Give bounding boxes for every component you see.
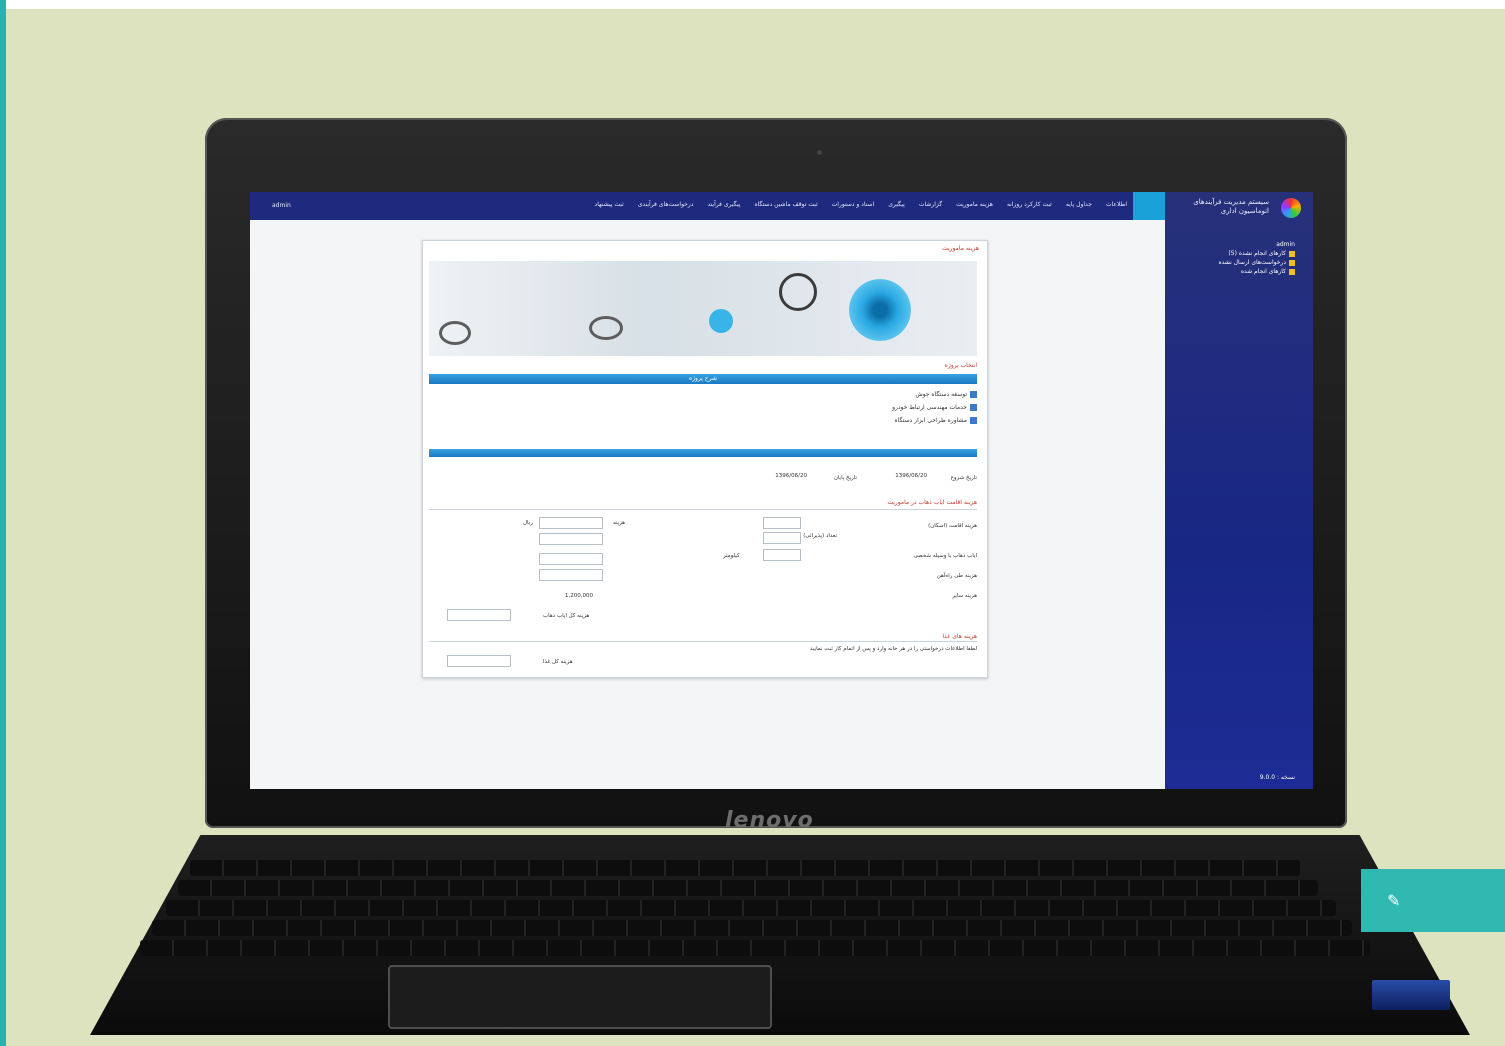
nav-item[interactable]: ثبت کارکرد روزانه xyxy=(1007,201,1052,208)
nav-item[interactable]: ثبت پیشنهاد xyxy=(595,201,624,208)
swirl-graphic xyxy=(779,273,817,311)
transport-section-title: هزینه اقامت ایاب ذهاب در ماموریت xyxy=(887,499,977,506)
nav-item[interactable]: اطلاعات xyxy=(1106,201,1127,208)
app-logo-icon xyxy=(1281,198,1301,218)
main-content: هزینه ماموریت انتخاب پروژه شرح پروژه توس… xyxy=(250,220,1165,789)
amount-value: 1,200,000 xyxy=(565,593,593,599)
swirl-graphic xyxy=(709,309,733,333)
expense-panel: هزینه ماموریت انتخاب پروژه شرح پروژه توس… xyxy=(422,240,988,678)
folder-icon xyxy=(1289,259,1295,266)
top-border xyxy=(0,0,1505,9)
folder-icon xyxy=(1289,250,1295,257)
sidebar-user[interactable]: admin xyxy=(1175,240,1295,249)
sidebar-item[interactable]: درخواست‌های ارسال نشده xyxy=(1175,258,1295,267)
version-label: نسخه : 9.0.0 xyxy=(1259,774,1295,781)
page-badge: ✎ xyxy=(1361,869,1505,932)
project-icon xyxy=(970,404,977,411)
nav-item[interactable]: پیگیری xyxy=(888,201,905,208)
sidebar-item[interactable]: کارهای انجام شده xyxy=(1175,267,1295,276)
swirl-graphic xyxy=(589,316,623,340)
divider xyxy=(429,641,977,642)
sidebar-item[interactable]: کارهای انجام نشده (5) xyxy=(1175,249,1295,258)
rial-label: ریال xyxy=(523,520,533,526)
trip-label: هزینه طی راه‌آهن xyxy=(936,573,977,579)
total-transport-input[interactable] xyxy=(447,609,511,621)
total-food-label: هزینه کل غذا xyxy=(543,659,573,665)
cost-input[interactable] xyxy=(539,553,603,565)
project-icon xyxy=(970,417,977,424)
lodging-label: هزینه اقامت (اسکان) xyxy=(928,523,977,529)
key-row xyxy=(178,880,1318,896)
intel-sticker xyxy=(1372,980,1450,1010)
cost-label: هزینه xyxy=(613,520,626,526)
start-date-value: 1396/06/20 xyxy=(895,473,927,479)
km-input[interactable] xyxy=(763,549,801,561)
nav-item[interactable]: پیگیری فرآیند xyxy=(707,201,740,208)
key-row xyxy=(152,920,1352,936)
lodging-input[interactable] xyxy=(763,517,801,529)
km-label: کیلومتر xyxy=(723,553,740,559)
project-icon xyxy=(970,391,977,398)
total-food-input[interactable] xyxy=(447,655,511,667)
pen-icon: ✎ xyxy=(1387,891,1401,910)
swirl-graphic xyxy=(439,321,471,345)
folder-icon xyxy=(1289,268,1295,275)
sidebar: سیستم مدیریت فرآیندهای اتوماسیون اداری a… xyxy=(1165,192,1313,789)
other-label: هزینه سایر xyxy=(952,593,977,599)
cost-input[interactable] xyxy=(539,517,603,529)
flower-graphic xyxy=(849,279,911,341)
food-section-title: هزینه های غذا xyxy=(942,633,977,640)
laptop-brand: lenovo xyxy=(725,808,814,833)
food-note: لطفا اطلاعات درخواستی را در هر خانه وارد… xyxy=(810,646,977,652)
decorative-banner xyxy=(429,261,977,356)
pager-bar[interactable] xyxy=(429,449,977,457)
project-row[interactable]: توسعه دستگاه جوش xyxy=(915,391,977,398)
key-row xyxy=(140,940,1370,956)
meal-label: تعداد (پذیرائی) xyxy=(803,533,837,539)
transport-label: ایاب ذهاب با وسیله شخصی xyxy=(913,553,977,559)
touchpad xyxy=(388,965,772,1029)
end-date-label: تاریخ پایان xyxy=(833,475,857,481)
key-row xyxy=(190,860,1300,876)
nav-user[interactable]: admin xyxy=(272,202,291,209)
webcam xyxy=(817,150,822,155)
top-nav: اطلاعات جداول پایه ثبت کارکرد روزانه هزی… xyxy=(250,192,1165,220)
nav-menu: اطلاعات جداول پایه ثبت کارکرد روزانه هزی… xyxy=(595,201,1127,208)
meal-input[interactable] xyxy=(763,532,801,544)
cost-input[interactable] xyxy=(539,569,603,581)
nav-item[interactable]: اسناد و دستورات xyxy=(832,201,875,208)
nav-item[interactable]: درخواست‌های فرآیندی xyxy=(638,201,694,208)
nav-item[interactable]: هزینه ماموریت xyxy=(956,201,993,208)
start-date-label: تاریخ شروع xyxy=(950,475,977,481)
home-icon[interactable] xyxy=(1133,192,1165,220)
nav-item[interactable]: جداول پایه xyxy=(1066,201,1092,208)
project-row[interactable]: خدمات مهندسی ارتباط خودرو xyxy=(892,404,977,411)
laptop-screen: سیستم مدیریت فرآیندهای اتوماسیون اداری a… xyxy=(250,192,1313,789)
divider xyxy=(429,509,977,510)
app-logo-text: سیستم مدیریت فرآیندهای اتوماسیون اداری xyxy=(1193,198,1269,215)
cost-input[interactable] xyxy=(539,533,603,545)
nav-item[interactable]: گزارشات xyxy=(919,201,942,208)
project-row[interactable]: مشاوره طراحی ابزار دستگاه xyxy=(894,417,977,424)
project-table-header: شرح پروژه xyxy=(429,374,977,384)
sidebar-list: admin کارهای انجام نشده (5) درخواست‌های … xyxy=(1175,240,1295,276)
left-accent-strip xyxy=(0,0,6,1046)
panel-title: هزینه ماموریت xyxy=(942,245,979,252)
key-row xyxy=(166,900,1336,916)
project-section-title: انتخاب پروژه xyxy=(944,362,977,369)
end-date-value: 1396/06/20 xyxy=(775,473,807,479)
nav-item[interactable]: ثبت توقف ماشین دستگاه xyxy=(754,201,817,208)
total-transport-label: هزینه کل ایاب ذهاب xyxy=(543,613,590,619)
